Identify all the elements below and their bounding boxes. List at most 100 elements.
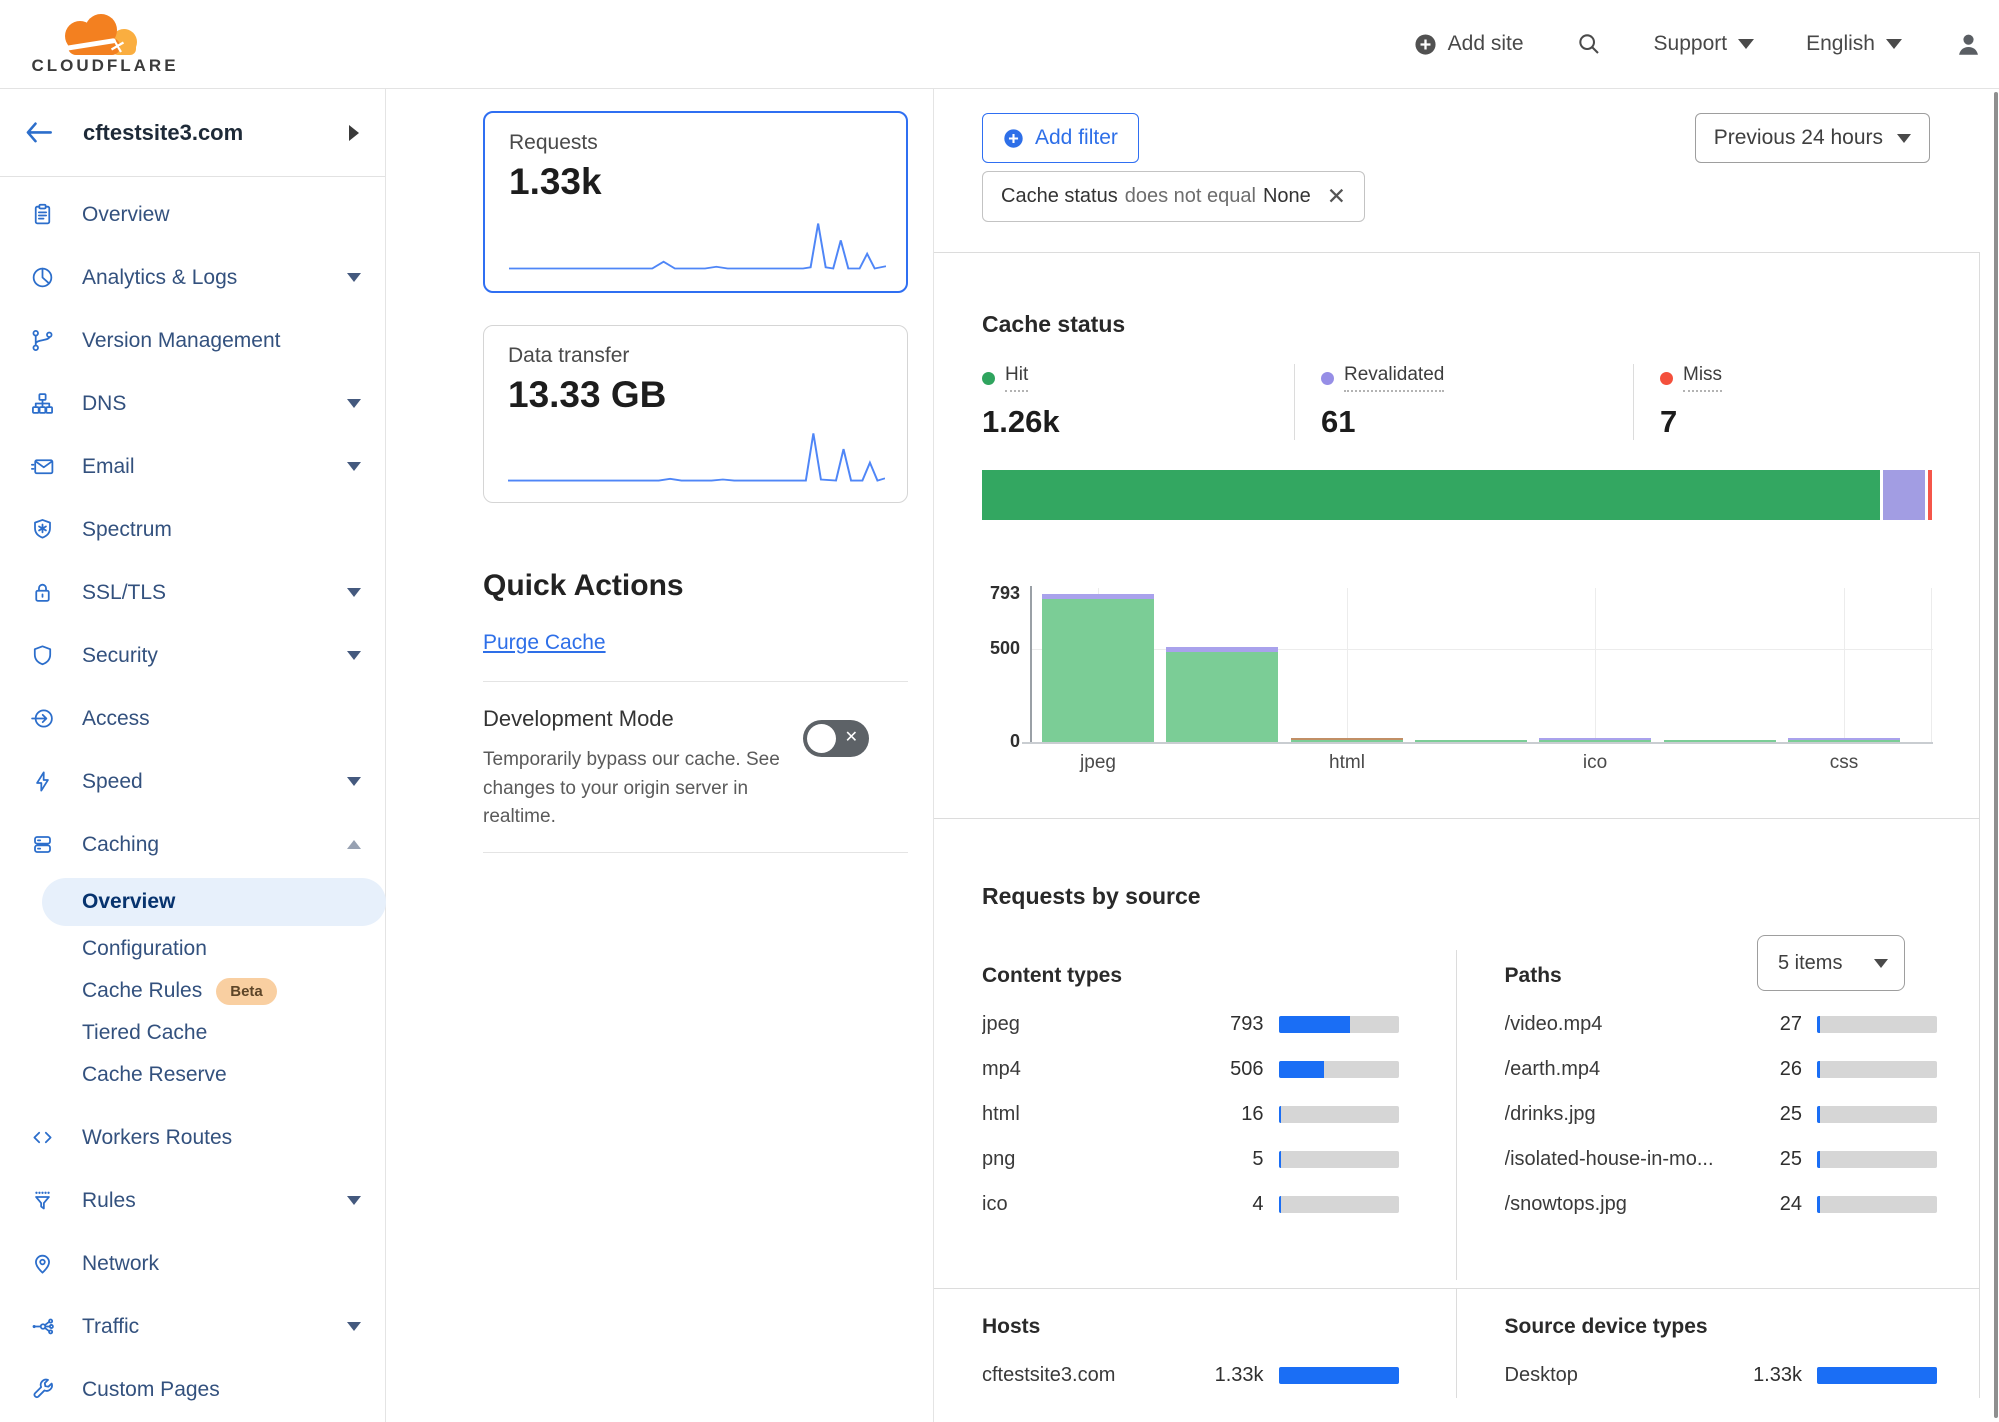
add-filter-label: Add filter: [1035, 126, 1118, 150]
bar-ico[interactable]: [1539, 738, 1651, 742]
progress-track: [1817, 1196, 1937, 1213]
page-body: cftestsite3.com Overview Analytics & Log…: [0, 89, 1999, 1422]
device-types-title: Source device types: [1505, 1315, 1937, 1339]
sidebar-item-workers-routes[interactable]: Workers Routes: [0, 1106, 385, 1169]
gridline: [1931, 588, 1932, 742]
search-button[interactable]: [1576, 31, 1602, 57]
language-menu[interactable]: English: [1806, 32, 1902, 56]
sidebar-subitem-tiered-cache[interactable]: Tiered Cache: [0, 1012, 385, 1054]
x-tick-label: ico: [1583, 752, 1607, 774]
progress-fill: [1817, 1151, 1820, 1168]
add-filter-button[interactable]: Add filter: [982, 113, 1139, 163]
dns-tree-icon: [30, 391, 55, 416]
scrollbar[interactable]: [1994, 92, 1998, 1418]
revalidated-label[interactable]: Revalidated: [1344, 364, 1444, 392]
sidebar-item-version-management[interactable]: Version Management: [0, 309, 385, 372]
miss-value: 7: [1660, 404, 1722, 440]
support-menu[interactable]: Support: [1654, 32, 1755, 56]
progress-track: [1817, 1367, 1937, 1384]
data-transfer-summary-card[interactable]: Data transfer 13.33 GB: [483, 325, 908, 503]
remove-filter-icon[interactable]: ✕: [1327, 183, 1346, 210]
sidebar-item-analytics-logs[interactable]: Analytics & Logs: [0, 246, 385, 309]
toggle-off-x-icon: ✕: [845, 727, 858, 747]
items-count-selector[interactable]: 5 items: [1757, 935, 1905, 991]
revalidated-distribution-segment: [1883, 470, 1925, 520]
plus-circle-icon: [1003, 128, 1024, 149]
chevron-down-icon: [1738, 39, 1754, 49]
sidebar-subitem-cache-rules[interactable]: Cache RulesBeta: [0, 970, 385, 1012]
spectrum-shield-icon: [30, 517, 55, 542]
development-mode-toggle[interactable]: ✕: [803, 720, 869, 757]
data-transfer-sparkline-chart: [508, 430, 885, 488]
progress-track: [1279, 1151, 1399, 1168]
progress-track: [1279, 1106, 1399, 1123]
progress-track: [1279, 1367, 1399, 1384]
site-header: cftestsite3.com: [0, 89, 385, 177]
y-tick-label: 500: [982, 638, 1020, 659]
bar-unlabeled[interactable]: [1664, 740, 1776, 742]
filter-chip[interactable]: Cache status does not equal None ✕: [982, 171, 1365, 222]
sidebar-item-rules[interactable]: Rules: [0, 1169, 385, 1232]
bar-css[interactable]: [1788, 738, 1900, 742]
cloudflare-logo[interactable]: CLOUDFLARE: [25, 12, 185, 76]
sidebar-item-network[interactable]: Network: [0, 1232, 385, 1295]
progress-fill: [1817, 1196, 1820, 1213]
email-icon: [30, 454, 55, 479]
support-label: Support: [1654, 32, 1728, 56]
sidebar-item-overview[interactable]: Overview: [0, 183, 385, 246]
sidebar-subitem-configuration[interactable]: Configuration: [0, 928, 385, 970]
list-item: png 5: [982, 1137, 1399, 1182]
bar-mp4[interactable]: [1166, 647, 1278, 742]
quick-actions-title: Quick Actions: [483, 569, 907, 603]
divider: [483, 681, 908, 682]
bar-html[interactable]: [1291, 738, 1403, 742]
sidebar-item-traffic[interactable]: Traffic: [0, 1295, 385, 1358]
bar-jpeg[interactable]: [1042, 594, 1154, 742]
sidebar-item-dns[interactable]: DNS: [0, 372, 385, 435]
sidebar-item-custom-pages[interactable]: Custom Pages: [0, 1358, 385, 1421]
sidebar-item-ssl-tls[interactable]: SSL/TLS: [0, 561, 385, 624]
chevron-down-icon: [347, 588, 361, 597]
requests-summary-card[interactable]: Requests 1.33k: [483, 111, 908, 293]
add-site-button[interactable]: Add site: [1414, 32, 1524, 56]
device-types-column: Source device types Desktop 1.33k: [1457, 1289, 1979, 1398]
content-types-title: Content types: [982, 964, 1399, 988]
sidebar-item-security[interactable]: Security: [0, 624, 385, 687]
progress-track: [1817, 1151, 1937, 1168]
source-columns-bottom: Hosts cftestsite3.com 1.33k Source devic…: [934, 1289, 1979, 1398]
chevron-down-icon: [347, 1196, 361, 1205]
divider: [934, 818, 1979, 819]
x-tick-label: html: [1329, 752, 1365, 774]
bar-png[interactable]: [1415, 740, 1527, 742]
sidebar-item-caching[interactable]: Caching: [0, 813, 385, 876]
sidebar-item-speed[interactable]: Speed: [0, 750, 385, 813]
time-range-selector[interactable]: Previous 24 hours: [1695, 113, 1930, 163]
sidebar-subitem-overview[interactable]: Overview: [42, 878, 386, 926]
revalidated-dot-icon: [1321, 372, 1334, 385]
hit-label[interactable]: Hit: [1005, 364, 1028, 392]
sidebar-item-email[interactable]: Email: [0, 435, 385, 498]
chevron-down-icon: [1874, 959, 1888, 968]
progress-track: [1817, 1016, 1937, 1033]
miss-label[interactable]: Miss: [1683, 364, 1722, 392]
miss-stat: Miss 7: [1633, 364, 1722, 440]
back-arrow-icon[interactable]: [25, 121, 53, 145]
purge-cache-link[interactable]: Purge Cache: [483, 631, 606, 655]
list-item: /isolated-house-in-mo... 25: [1505, 1137, 1937, 1182]
site-switcher-caret-icon[interactable]: [349, 125, 359, 141]
gridline: [1844, 588, 1845, 742]
sidebar-subitem-cache-reserve[interactable]: Cache Reserve: [0, 1054, 385, 1096]
analytics-icon: [30, 265, 55, 290]
bar-segment-hit: [1664, 740, 1776, 742]
chevron-down-icon: [1897, 134, 1911, 143]
cache-status-title: Cache status: [982, 311, 1979, 338]
paths-list: /video.mp4 27 /earth.mp4 26 /drinks.jpg …: [1505, 1002, 1937, 1227]
funnel-icon: [30, 1188, 55, 1213]
chevron-up-icon: [347, 840, 361, 849]
items-count-label: 5 items: [1778, 952, 1842, 975]
user-menu[interactable]: [1954, 30, 1983, 59]
sidebar-item-spectrum[interactable]: Spectrum: [0, 498, 385, 561]
sidebar-item-access[interactable]: Access: [0, 687, 385, 750]
content-types-column: Content types jpeg 793 mp4 506 html 16 p…: [934, 950, 1457, 1280]
code-brackets-icon: [30, 1125, 55, 1150]
